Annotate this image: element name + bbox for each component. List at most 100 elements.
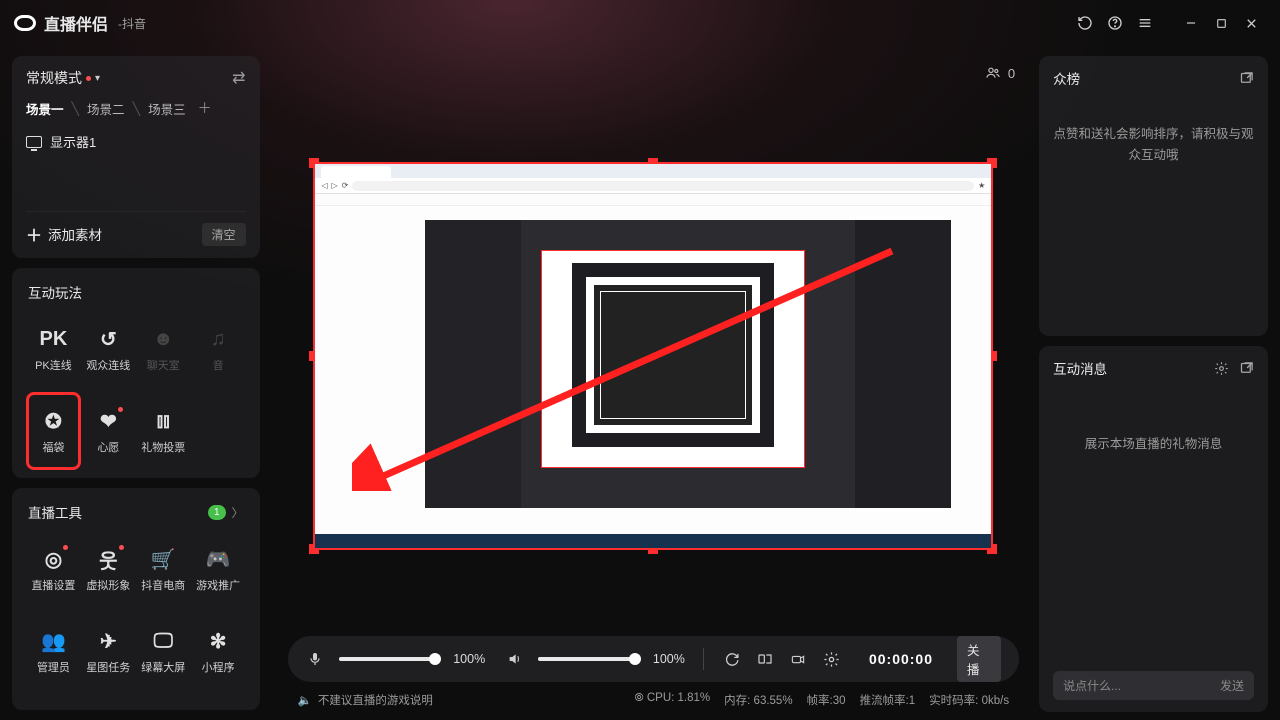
- tool-item-green[interactable]: 🖵 绿幕大屏: [136, 612, 191, 690]
- green-icon: 🖵: [154, 627, 173, 655]
- scene-tabs: 场景一 ╲ 场景二 ╲ 场景三 ＋: [26, 98, 246, 118]
- audience-icon: ↺: [100, 325, 117, 353]
- tool-item-gamepush[interactable]: 🎮 游戏推广: [191, 530, 246, 608]
- mic-slider[interactable]: [339, 657, 435, 661]
- add-source-button[interactable]: ＋ 添加素材: [26, 222, 102, 246]
- fudai-icon: ✪: [45, 407, 62, 435]
- speaker-small-icon: 🔈: [298, 693, 312, 707]
- tool-item-ecom[interactable]: 🛒 抖音电商: [136, 530, 191, 608]
- speaker-icon[interactable]: [505, 649, 524, 669]
- mode-hot-dot: [86, 76, 91, 81]
- giftvote-icon: ⫾⫾: [157, 407, 170, 435]
- interactive-panel: 互动玩法 PKPK连线 ↺ 观众连线 ☻ 聊天室 ♫音 ✪福袋 ❤ 心愿 ⫾⫾礼物投票: [12, 268, 260, 478]
- flip-icon[interactable]: [755, 649, 774, 669]
- avatar-icon: 웃: [99, 545, 117, 573]
- popout-icon[interactable]: [1239, 71, 1254, 86]
- tool-item-label: 直播设置: [31, 577, 75, 593]
- tool-item-avatar[interactable]: 웃 虚拟形象: [81, 530, 136, 608]
- admin-icon: 👥: [41, 627, 66, 655]
- tool-item-label: 星图任务: [86, 659, 130, 675]
- interactive-item-giftvote[interactable]: ⫾⫾礼物投票: [136, 392, 191, 470]
- tools-panel: 直播工具 1 〉 ◎直播设置웃虚拟形象🛒抖音电商🎮游戏推广👥管理员✈星图任务🖵绿…: [12, 488, 260, 710]
- tool-item-label: 游戏推广: [196, 577, 240, 593]
- tool-item-miniprog[interactable]: ✻小程序: [191, 612, 246, 690]
- source-monitor-label: 显示器1: [50, 132, 96, 151]
- add-scene-icon[interactable]: ＋: [198, 98, 212, 118]
- tool-item-xingtu[interactable]: ✈ 星图任务: [81, 612, 136, 690]
- logo-icon: [14, 15, 36, 31]
- status-hint[interactable]: 不建议直播的游戏说明: [318, 692, 433, 708]
- tool-item-admin[interactable]: 👥管理员: [26, 612, 81, 690]
- help-icon[interactable]: [1100, 8, 1130, 38]
- window-maximize-icon[interactable]: [1206, 8, 1236, 38]
- app-name: 直播伴侣: [44, 11, 108, 35]
- chevron-right-icon[interactable]: 〉: [232, 504, 244, 521]
- preview-content: ◁▷⟳★: [315, 164, 991, 548]
- interactive-item-pk[interactable]: PKPK连线: [26, 310, 81, 388]
- status-bar: 🔈 不建议直播的游戏说明 ⦾ CPU: 1.81% 内存: 63.55% 帧率:…: [278, 686, 1030, 714]
- left-column: 常规模式 ▾ ⇄ 场景一 ╲ 场景二 ╲ 场景三 ＋ 显示器1 ＋ 添加素材: [0, 46, 272, 720]
- viewers-icon: [984, 65, 1002, 81]
- interactive-item-fudai[interactable]: ✪福袋: [26, 392, 81, 470]
- mode-selector[interactable]: 常规模式 ▾ ⇄: [26, 68, 246, 88]
- center-column: 0 ◁▷⟳★: [272, 46, 1036, 720]
- speaker-percent: 100%: [653, 652, 685, 666]
- mic-icon[interactable]: [306, 649, 325, 669]
- tool-item-label: 绿幕大屏: [141, 659, 185, 675]
- status-bitrate: 实时码率: 0kb/s: [929, 692, 1009, 708]
- tool-item-setting[interactable]: ◎直播设置: [26, 530, 81, 608]
- scene-tab-1[interactable]: 场景一: [26, 99, 64, 118]
- scene-tab-3[interactable]: 场景三: [148, 99, 186, 118]
- viewer-count-value: 0: [1008, 66, 1015, 81]
- chat-send-button[interactable]: 发送: [1220, 677, 1244, 694]
- message-title: 互动消息: [1053, 358, 1107, 378]
- interactive-item-music: ♫音: [191, 310, 246, 388]
- xingtu-icon: ✈: [100, 627, 117, 655]
- music-icon: ♫: [211, 325, 226, 353]
- add-source-label: 添加素材: [48, 224, 102, 244]
- viewer-count: 0: [984, 65, 1015, 81]
- scene-tab-2[interactable]: 场景二: [87, 99, 125, 118]
- speaker-slider[interactable]: [538, 657, 634, 661]
- interactive-item-wish[interactable]: ❤ 心愿: [81, 392, 136, 470]
- rank-title: 众榜: [1053, 68, 1080, 88]
- menu-icon[interactable]: [1130, 8, 1160, 38]
- tool-item-label: 抖音电商: [141, 577, 185, 593]
- chat-placeholder: 说点什么...: [1063, 677, 1121, 694]
- pk-icon: PK: [40, 325, 68, 353]
- stop-stream-button[interactable]: 关播: [957, 636, 1001, 682]
- monitor-icon: [26, 136, 42, 148]
- interactive-item-audience[interactable]: ↺ 观众连线: [81, 310, 136, 388]
- message-popout-icon[interactable]: [1239, 361, 1254, 376]
- refresh-icon[interactable]: [1070, 8, 1100, 38]
- swap-icon[interactable]: ⇄: [232, 68, 245, 88]
- stream-timer: 00:00:00: [869, 651, 933, 667]
- camera-icon[interactable]: [788, 649, 807, 669]
- clear-sources-button[interactable]: 清空: [202, 223, 246, 246]
- preview-canvas[interactable]: ◁▷⟳★: [313, 162, 993, 550]
- interactive-item-label: 心愿: [97, 439, 119, 455]
- app-subtitle: -抖音: [118, 15, 146, 32]
- chat-input[interactable]: 说点什么... 发送: [1053, 671, 1254, 700]
- interactive-title: 互动玩法: [26, 280, 246, 310]
- plus-icon: ＋: [26, 222, 42, 246]
- interactive-item-label: 观众连线: [86, 357, 130, 373]
- interactive-item-label: 聊天室: [147, 357, 180, 373]
- gamepush-icon: 🎮: [206, 545, 231, 573]
- rank-hint: 点赞和送礼会影响排序，请积极与观众互动哦: [1053, 124, 1254, 167]
- chatroom-icon: ☻: [153, 325, 174, 353]
- message-settings-icon[interactable]: [1214, 361, 1229, 376]
- gear-icon[interactable]: [822, 649, 841, 669]
- wish-icon: ❤: [100, 407, 117, 435]
- titlebar: 直播伴侣 -抖音: [0, 0, 1280, 46]
- rotate-icon[interactable]: [722, 649, 741, 669]
- tool-item-label: 虚拟形象: [86, 577, 130, 593]
- tools-title: 直播工具: [28, 502, 82, 522]
- window-close-icon[interactable]: [1236, 8, 1266, 38]
- status-pushfps: 推流帧率:1: [860, 692, 916, 708]
- source-monitor-row[interactable]: 显示器1: [26, 132, 246, 151]
- mic-percent: 100%: [453, 652, 485, 666]
- window-minimize-icon[interactable]: [1176, 8, 1206, 38]
- status-mem: 内存: 63.55%: [724, 692, 792, 708]
- ecom-icon: 🛒: [151, 545, 176, 573]
